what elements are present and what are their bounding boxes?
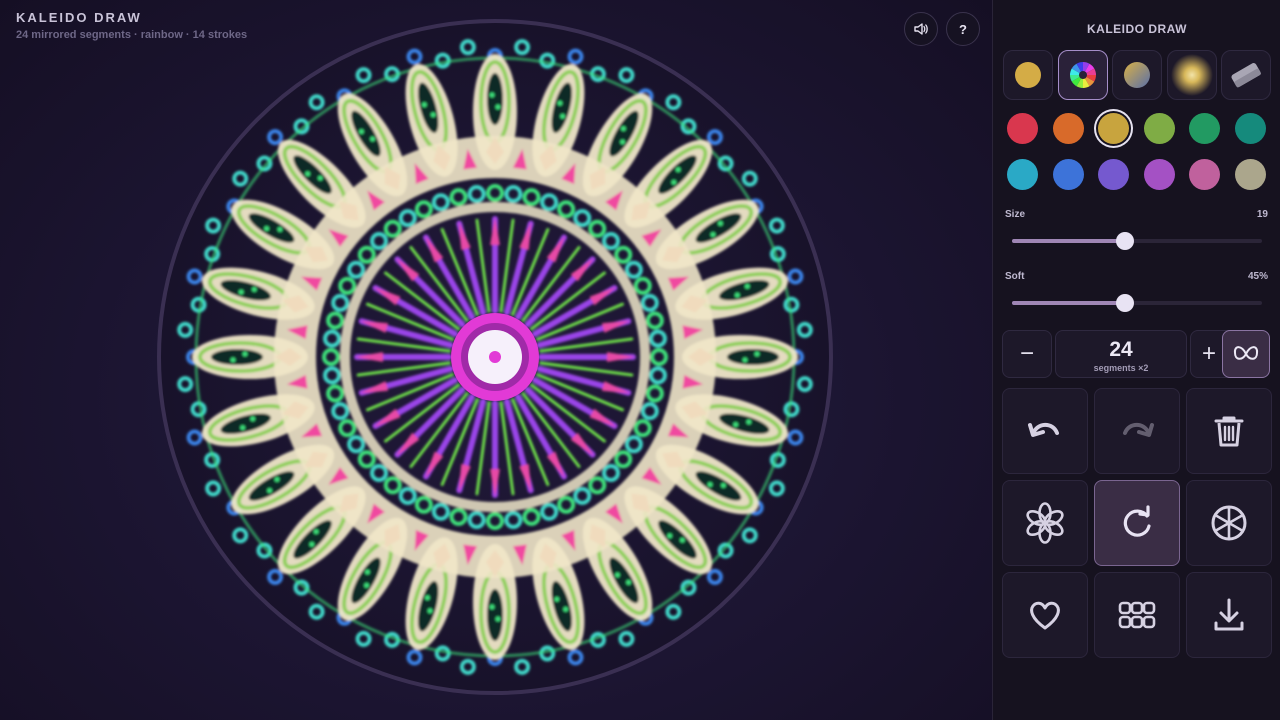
size-label: Size [1005,209,1026,220]
segments-count: 24 [1109,338,1133,361]
auto-rotate-button[interactable] [1094,480,1180,566]
rotate-icon [1123,505,1151,537]
clear-button[interactable] [1186,388,1272,474]
size-slider[interactable] [1012,232,1262,250]
app-title: KALEIDO DRAW [16,10,142,25]
color-swatch[interactable] [1052,113,1084,144]
color-swatch[interactable] [1098,113,1129,144]
control-panel: KALEIDO DRAW Size 19 Soft 45% − 24 segme… [992,0,1280,720]
color-swatch[interactable] [1143,159,1175,190]
help-label: ? [959,21,967,37]
soft-slider[interactable] [1012,294,1262,312]
size-slider-fill [1012,239,1125,243]
undo-icon [1028,422,1059,437]
brush-eraser-button[interactable] [1221,50,1271,100]
size-value: 19 [1256,209,1268,220]
segments-caption: segments ×2 [1093,363,1149,373]
undo-button[interactable] [1002,388,1088,474]
rainbow-wheel-icon [1070,62,1096,88]
download-button[interactable] [1186,572,1272,658]
panel-title: KALEIDO DRAW [1087,22,1187,36]
brush-solid-button[interactable] [1003,50,1053,100]
wheel-icon [1211,505,1247,541]
color-swatch[interactable] [1234,113,1266,144]
sound-button[interactable] [904,12,938,46]
color-swatch[interactable] [1007,113,1038,144]
color-swatch[interactable] [1098,159,1129,190]
soft-slider-thumb[interactable] [1115,294,1134,312]
drawing-stage: KALEIDO DRAW 24 mirrored segments · rain… [0,0,992,720]
help-button[interactable]: ? [946,12,980,46]
eraser-icon [1231,63,1261,88]
size-slider-thumb[interactable] [1115,232,1134,250]
soft-slider-fill [1012,301,1125,305]
trash-icon [1214,416,1244,447]
download-icon [1214,598,1244,631]
redo-button[interactable] [1094,388,1180,474]
color-swatch[interactable] [1234,159,1266,190]
kaleidoscope-canvas[interactable] [157,19,833,695]
brush-gradient-button[interactable] [1112,50,1162,100]
redo-icon [1123,422,1154,437]
segments-display: 24 segments ×2 [1055,330,1187,378]
brush-glow-button[interactable] [1167,50,1217,100]
color-swatch[interactable] [1143,113,1175,144]
gradient-dot-icon [1124,62,1150,88]
butterfly-mirror-icon [1233,346,1259,360]
soft-value: 45% [1247,271,1268,282]
color-swatch[interactable] [1189,159,1220,190]
glow-icon [1171,54,1213,96]
wheel-button[interactable] [1186,480,1272,566]
segments-decrease-button[interactable]: − [1002,330,1052,378]
flower-button[interactable] [1002,480,1088,566]
heart-button[interactable] [1002,572,1088,658]
color-swatch[interactable] [1007,159,1038,190]
color-swatch[interactable] [1052,159,1084,190]
tiles-icon [1118,601,1156,629]
tiles-button[interactable] [1094,572,1180,658]
solid-dot-icon [1015,62,1041,88]
soft-label: Soft [1005,271,1025,282]
heart-icon [1030,601,1060,630]
minus-label: − [1019,340,1034,367]
plus-label: + [1201,340,1216,367]
speaker-icon [914,23,928,35]
color-swatch[interactable] [1189,113,1220,144]
brush-rainbow-button[interactable] [1058,50,1108,100]
flower-icon [1026,502,1064,544]
mirror-toggle-button[interactable] [1222,330,1270,378]
